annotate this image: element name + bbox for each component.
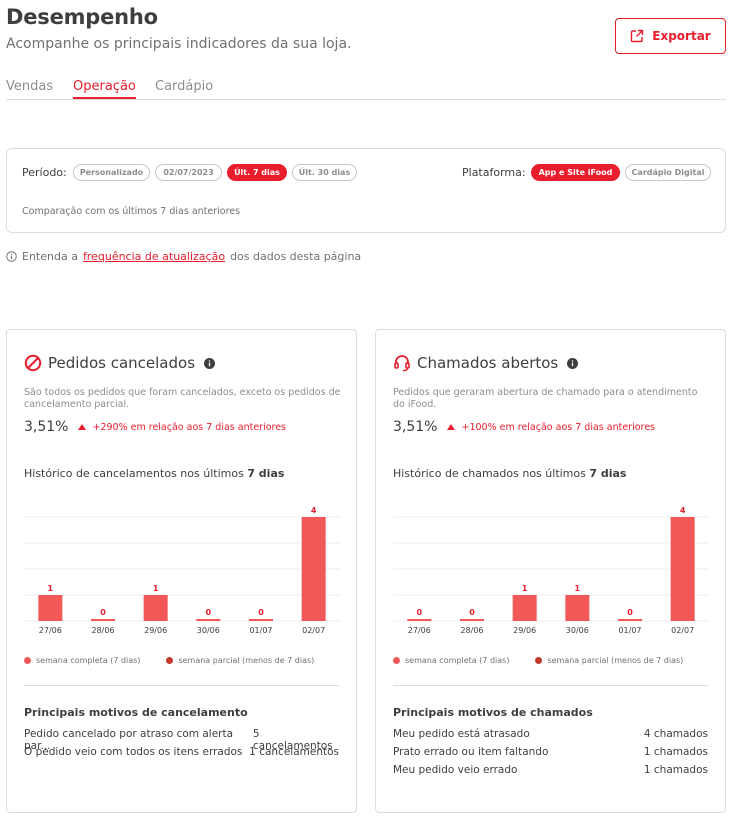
bar bbox=[38, 595, 63, 621]
reason-count: 1 chamados bbox=[643, 746, 708, 758]
bar-value-label: 0 bbox=[258, 608, 264, 617]
bar-value-label: 1 bbox=[153, 584, 159, 593]
period-chip-date[interactable]: 02/07/2023 bbox=[155, 164, 222, 181]
bar-value-label: 1 bbox=[522, 584, 528, 593]
info-icon bbox=[6, 251, 17, 262]
period-chip-custom[interactable]: Personalizado bbox=[73, 164, 150, 181]
reason-count: 1 cancelamentos bbox=[249, 746, 339, 758]
x-tick-label: 02/07 bbox=[671, 626, 694, 635]
update-frequency-note: Entenda a frequência de atualização dos … bbox=[6, 250, 361, 263]
bar bbox=[460, 619, 484, 621]
bar bbox=[407, 619, 432, 621]
tickets-bar-chart: 0 27/06 0 28/06 1 29/06 1 30/06 0 01/07 4 02/07 bbox=[393, 506, 709, 635]
period-chip-30days[interactable]: Últ. 30 dias bbox=[292, 164, 357, 181]
legend-full-swatch bbox=[393, 657, 400, 664]
reason-count: 1 chamados bbox=[643, 764, 708, 776]
x-tick-label: 30/06 bbox=[197, 626, 220, 635]
reason-label: Prato errado ou item faltando bbox=[393, 746, 549, 758]
cancelled-orders-card: Pedidos cancelados São todos os pedidos … bbox=[6, 329, 357, 813]
tab-cardapio[interactable]: Cardápio bbox=[155, 79, 213, 97]
legend-full-label: semana completa (7 dias) bbox=[36, 656, 141, 665]
update-frequency-link[interactable]: frequência de atualização bbox=[83, 250, 225, 263]
comparison-text: Comparação com os últimos 7 dias anterio… bbox=[22, 206, 241, 217]
legend-partial-swatch bbox=[166, 657, 174, 664]
bar bbox=[143, 595, 168, 621]
bar bbox=[565, 595, 590, 621]
bar bbox=[249, 619, 273, 621]
divider bbox=[24, 685, 339, 686]
reason-label: Meu pedido veio errado bbox=[393, 764, 518, 776]
export-button[interactable]: Exportar bbox=[615, 18, 726, 54]
info-prefix: Entenda a bbox=[22, 250, 78, 263]
reason-row: Prato errado ou item faltando 1 chamados bbox=[393, 746, 708, 758]
bar-value-label: 1 bbox=[575, 584, 581, 593]
period-chip-7days[interactable]: Últ. 7 dias bbox=[227, 164, 287, 181]
legend-full-swatch bbox=[24, 657, 31, 664]
reasons-title: Principais motivos de cancelamento bbox=[24, 706, 248, 719]
reason-count: 4 chamados bbox=[643, 728, 708, 740]
bar bbox=[301, 517, 326, 621]
bar bbox=[670, 517, 695, 621]
open-tickets-card: Chamados abertos Pedidos que geraram abe… bbox=[375, 329, 726, 813]
period-label: Período: bbox=[22, 166, 67, 179]
bar-value-label: 0 bbox=[627, 608, 633, 617]
x-tick-label: 27/06 bbox=[408, 626, 431, 635]
reason-row: Meu pedido está atrasado 4 chamados bbox=[393, 728, 708, 740]
legend-partial-label: semana parcial (menos de 7 dias) bbox=[178, 656, 315, 665]
tab-vendas[interactable]: Vendas bbox=[6, 79, 53, 97]
bar bbox=[91, 619, 115, 621]
page-title: Desempenho bbox=[6, 5, 158, 29]
platform-chip-app-site[interactable]: App e Site iFood bbox=[531, 164, 620, 181]
info-suffix: dos dados desta página bbox=[230, 250, 362, 263]
export-icon bbox=[631, 29, 644, 43]
platform-label: Plataforma: bbox=[462, 166, 526, 179]
platform-chip-digital-menu[interactable]: Cardápio Digital bbox=[625, 164, 711, 181]
legend-partial-swatch bbox=[535, 657, 543, 664]
reason-row: O pedido veio com todos os itens errados… bbox=[24, 746, 339, 758]
x-tick-label: 29/06 bbox=[513, 626, 536, 635]
tab-operacao[interactable]: Operação bbox=[73, 79, 136, 99]
x-tick-label: 02/07 bbox=[302, 626, 325, 635]
reasons-title: Principais motivos de chamados bbox=[393, 706, 593, 719]
x-tick-label: 28/06 bbox=[91, 626, 114, 635]
bar-value-label: 4 bbox=[311, 506, 317, 515]
bar bbox=[196, 619, 221, 621]
reason-label: Meu pedido está atrasado bbox=[393, 728, 530, 740]
bar-value-label: 0 bbox=[469, 608, 475, 617]
bar-value-label: 4 bbox=[680, 506, 686, 515]
bar-value-label: 1 bbox=[48, 584, 54, 593]
page-subtitle: Acompanhe os principais indicadores da s… bbox=[6, 36, 352, 52]
filter-panel: Período: Personalizado 02/07/2023 Últ. 7… bbox=[6, 148, 726, 233]
reason-row: Meu pedido veio errado 1 chamados bbox=[393, 764, 708, 776]
bar-value-label: 0 bbox=[100, 608, 106, 617]
x-tick-label: 01/07 bbox=[249, 626, 272, 635]
bar-value-label: 0 bbox=[417, 608, 423, 617]
legend-partial-label: semana parcial (menos de 7 dias) bbox=[547, 656, 684, 665]
cancellations-bar-chart: 1 27/06 0 28/06 1 29/06 0 30/06 0 01/07 4 02/07 bbox=[24, 506, 340, 635]
bar bbox=[512, 595, 537, 621]
x-tick-label: 01/07 bbox=[618, 626, 641, 635]
tab-bar: Vendas Operação Cardápio bbox=[6, 79, 726, 100]
reason-label: O pedido veio com todos os itens errados bbox=[24, 746, 243, 758]
bar-value-label: 0 bbox=[206, 608, 212, 617]
x-tick-label: 29/06 bbox=[144, 626, 167, 635]
export-label: Exportar bbox=[652, 29, 711, 43]
bar bbox=[618, 619, 642, 621]
divider bbox=[393, 685, 708, 686]
x-tick-label: 27/06 bbox=[39, 626, 62, 635]
x-tick-label: 28/06 bbox=[460, 626, 483, 635]
x-tick-label: 30/06 bbox=[566, 626, 589, 635]
legend-full-label: semana completa (7 dias) bbox=[405, 656, 510, 665]
